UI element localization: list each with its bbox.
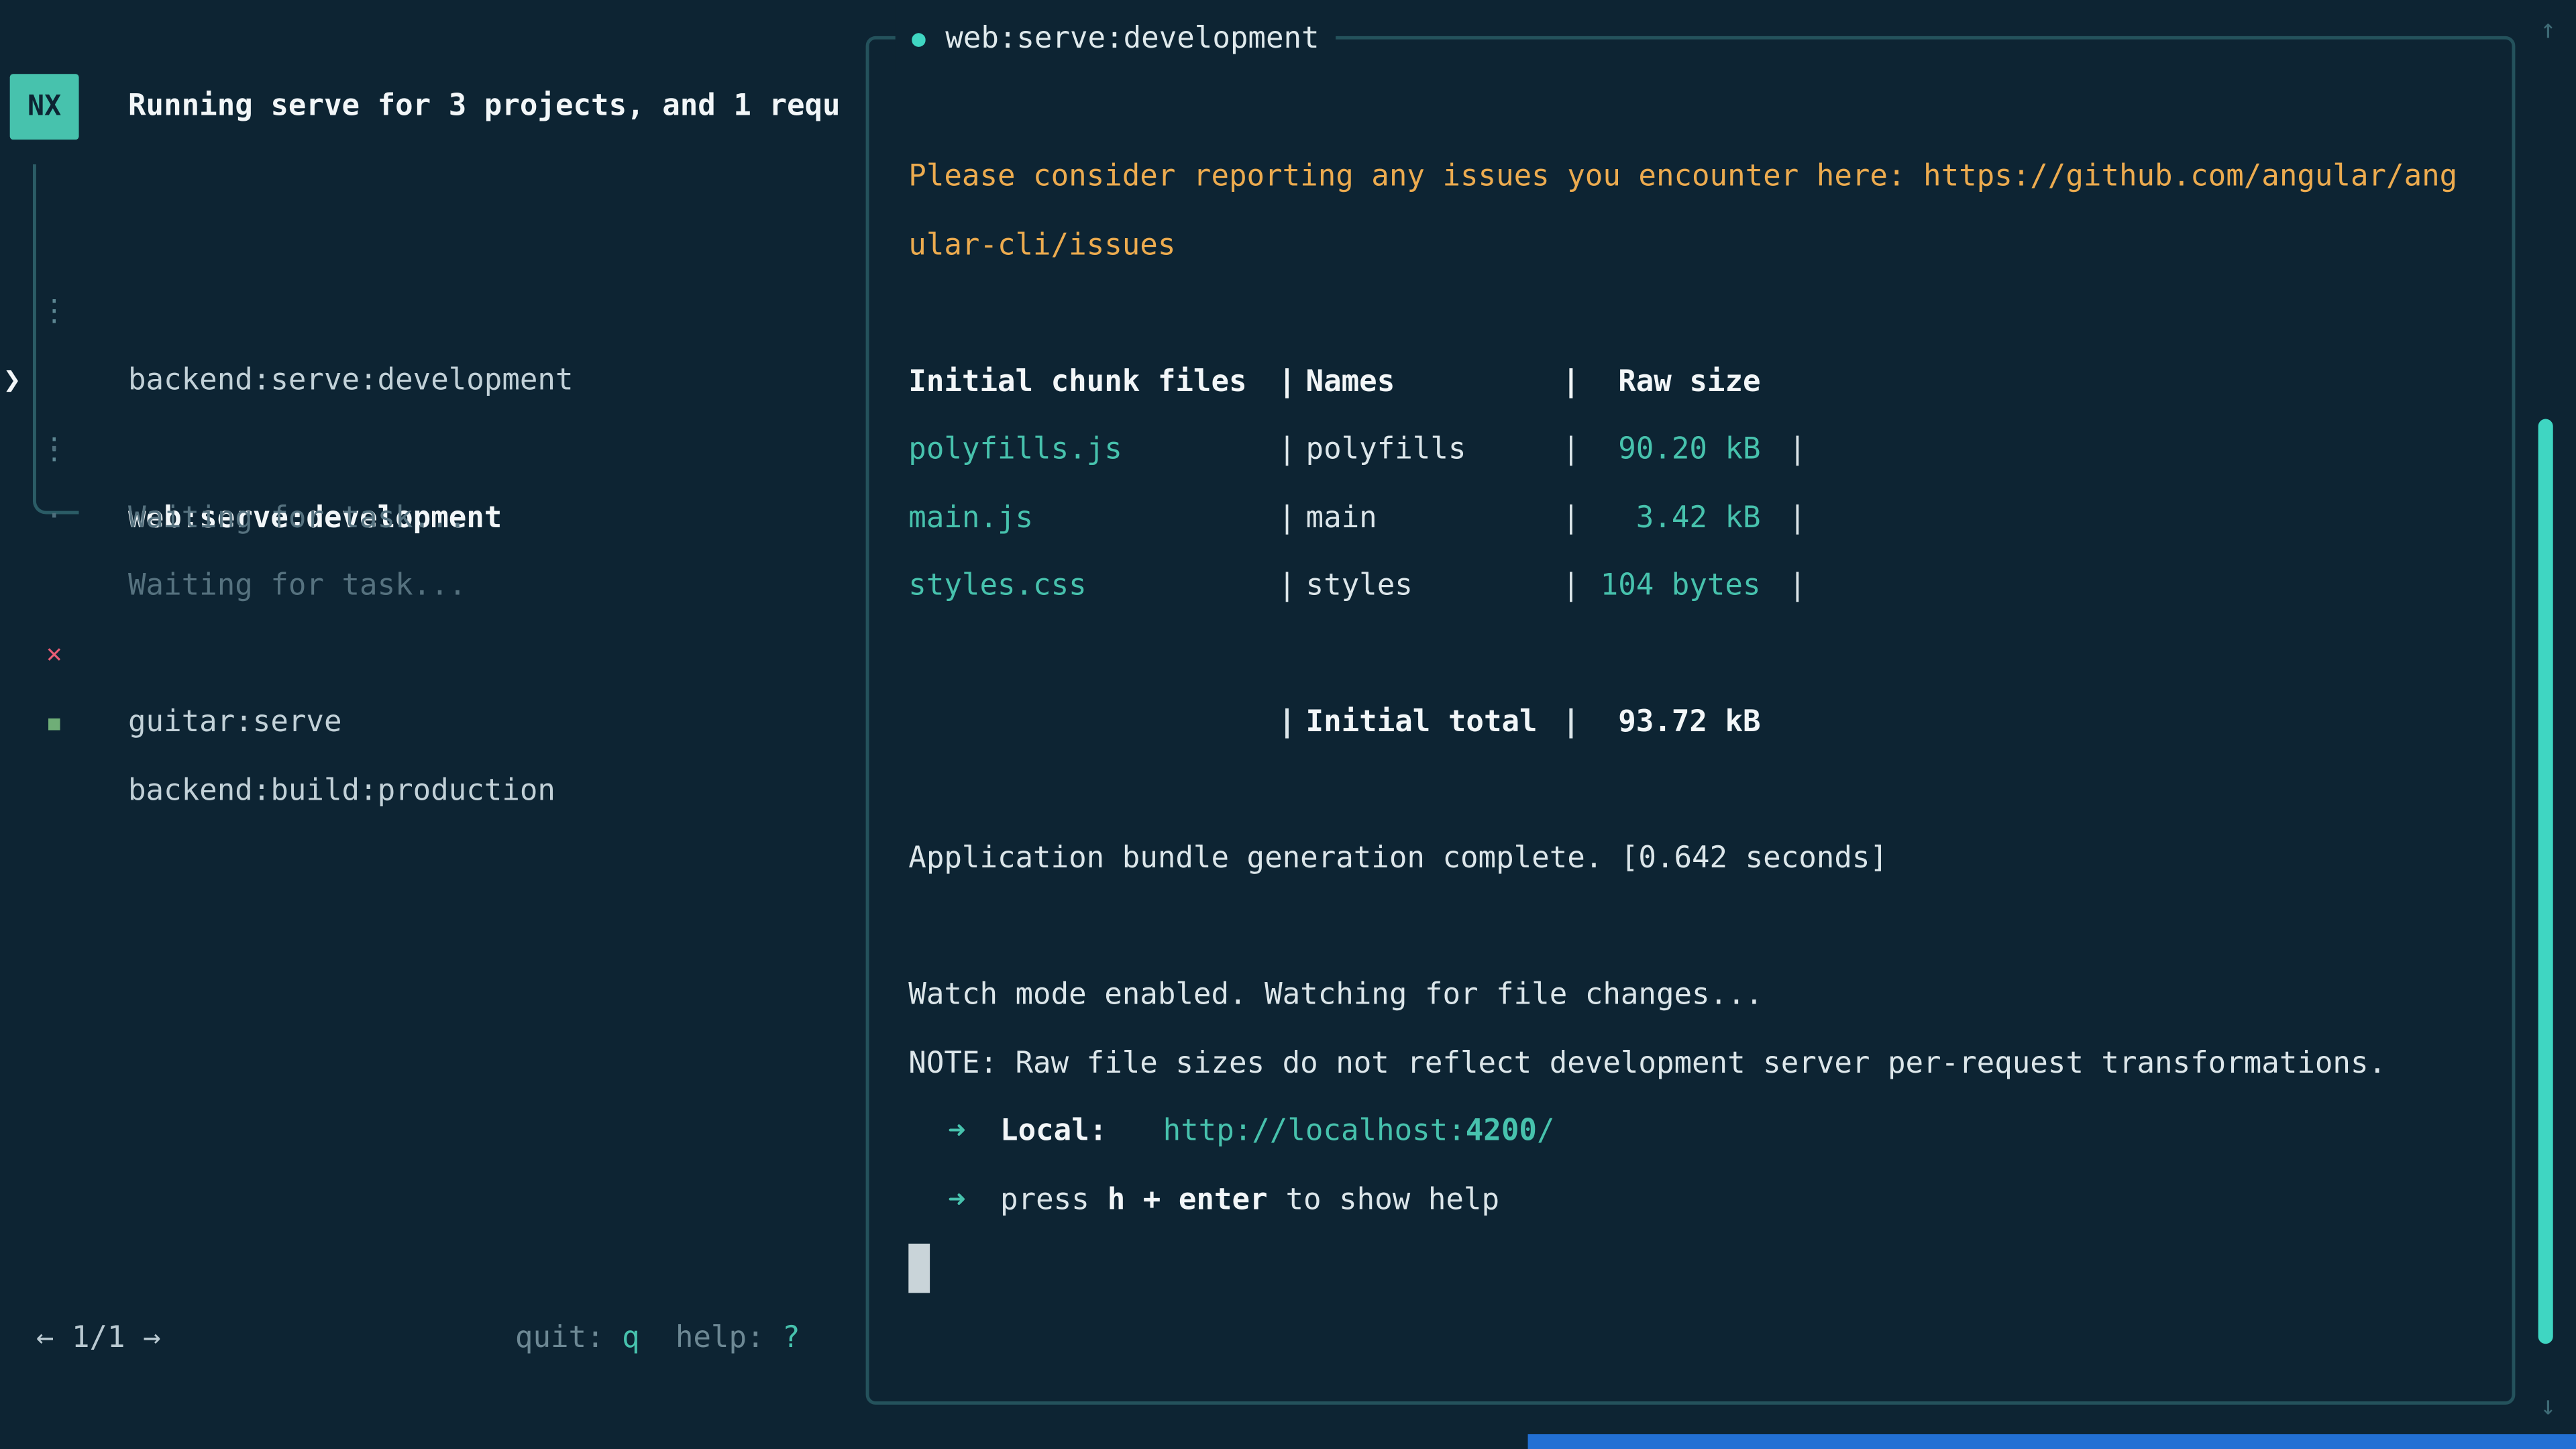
terminal-cursor — [908, 1244, 930, 1293]
help-label: help: — [676, 1321, 782, 1355]
header-files: Initial chunk files — [908, 347, 1278, 416]
chunk-name: styles — [1306, 552, 1562, 621]
url-suffix: / — [1537, 1114, 1555, 1148]
arrow-icon: ➜ — [948, 1114, 966, 1148]
pending-dot-icon: · — [40, 483, 69, 552]
local-server-line: ➜ Local: http://localhost:4200/ — [908, 1097, 2512, 1166]
bundle-table-row: polyfills.js|polyfills|90.20 kB| — [908, 416, 2512, 484]
nx-terminal-ui: NX Running serve for 3 projects, and 1 r… — [0, 0, 2576, 1449]
column-separator: | — [1788, 568, 1807, 602]
chunk-name: main — [1306, 484, 1562, 552]
chunk-file: styles.css — [908, 552, 1278, 621]
column-separator: | — [1562, 500, 1580, 535]
note-line: NOTE: Raw file sizes do not reflect deve… — [908, 1029, 2512, 1097]
column-separator: | — [1562, 705, 1580, 739]
quit-key: q — [622, 1321, 640, 1355]
url-port: 4200 — [1466, 1114, 1537, 1148]
cursor-line — [908, 1234, 2512, 1302]
column-separator: | — [1562, 432, 1580, 466]
chunk-size: 3.42 kB — [1590, 484, 1761, 552]
chunk-size: 90.20 kB — [1590, 416, 1761, 484]
help-hint-line: ➜ press h + enter to show help — [908, 1166, 2512, 1234]
column-separator: | — [1278, 364, 1296, 398]
column-separator: | — [1562, 364, 1580, 398]
keyboard-shortcuts-hint: quit: q help: ? — [515, 1304, 800, 1373]
header-names: Names — [1306, 347, 1562, 416]
scroll-down-arrow-icon[interactable]: ↓ — [2532, 1377, 2565, 1436]
terminal-output: Please consider reporting any issues you… — [869, 40, 2512, 1405]
bottom-blue-strip — [1528, 1434, 2576, 1449]
task-item-waiting-1[interactable]: · Waiting for task... — [0, 347, 866, 416]
blank-line — [908, 620, 2512, 688]
panel-title-text: web:serve:development — [945, 21, 1319, 56]
notice-line: ular-cli/issues — [908, 211, 2512, 280]
bundle-table-total-row: |Initial total|93.72 kB — [908, 688, 2512, 757]
sidebar-footer: ← 1/1 → quit: q help: ? — [36, 1304, 800, 1373]
gap — [640, 1321, 676, 1355]
task-item-guitar-serve-failed[interactable]: ✕ guitar:serve — [0, 550, 866, 619]
column-separator: | — [1278, 500, 1296, 535]
local-label: Local: — [1000, 1114, 1107, 1148]
sidebar-title: Running serve for 3 projects, and 1 requ — [128, 72, 841, 142]
total-size: 93.72 kB — [1590, 688, 1761, 757]
quit-label: quit: — [515, 1321, 622, 1355]
success-square-icon: ■ — [40, 688, 69, 757]
help-hint-pre: press — [1000, 1182, 1089, 1216]
chunk-name: polyfills — [1306, 416, 1562, 484]
watch-mode-line: Watch mode enabled. Watching for file ch… — [908, 961, 2512, 1030]
nx-logo: NX — [10, 74, 79, 140]
chunk-size: 104 bytes — [1590, 552, 1761, 621]
column-separator: | — [1562, 568, 1580, 602]
blank-line — [908, 279, 2512, 347]
task-sidebar: NX Running serve for 3 projects, and 1 r… — [0, 0, 866, 1449]
task-label: guitar:serve — [128, 688, 341, 757]
bundle-table-row: main.js|main|3.42 kB| — [908, 484, 2512, 552]
total-label: Initial total — [1306, 688, 1562, 757]
bundle-table-header: Initial chunk files|Names|Raw size — [908, 347, 2512, 416]
scrollbar-thumb[interactable] — [2538, 419, 2553, 1344]
chunk-file: polyfills.js — [908, 416, 1278, 484]
column-separator: | — [1788, 432, 1807, 466]
localhost-link[interactable]: http://localhost:4200/ — [1163, 1114, 1555, 1148]
column-separator: | — [1278, 568, 1296, 602]
help-hint-post: to show help — [1286, 1182, 1499, 1216]
column-separator: | — [1278, 432, 1296, 466]
task-item-backend-serve[interactable]: ⋮ backend:serve:development — [0, 209, 866, 278]
blank-line — [908, 757, 2512, 825]
panel-title: ● web:serve:development — [896, 5, 1336, 74]
column-separator: | — [1788, 500, 1807, 535]
page-pager[interactable]: ← 1/1 → — [36, 1304, 161, 1373]
notice-line: Please consider reporting any issues you… — [908, 143, 2512, 211]
arrow-icon: ➜ — [948, 1182, 966, 1216]
task-item-waiting-2[interactable]: · Waiting for task... — [0, 414, 866, 483]
scroll-up-arrow-icon[interactable]: ↑ — [2532, 0, 2565, 59]
bundle-table-row: styles.css|styles|104 bytes| — [908, 552, 2512, 621]
task-item-backend-build-success[interactable]: ■ backend:build:production — [0, 619, 866, 688]
task-item-web-serve-selected[interactable]: ❯ ⋮ web:serve:development — [0, 278, 866, 347]
column-separator: | — [1278, 705, 1296, 739]
task-label: backend:build:production — [128, 757, 555, 826]
blank-line — [908, 893, 2512, 961]
task-output-panel: ●web:serve:development Please consider r… — [866, 36, 2516, 1405]
url-prefix: http://localhost: — [1163, 1114, 1466, 1148]
help-hint-keys: h + enter — [1108, 1182, 1268, 1216]
help-key: ? — [782, 1321, 800, 1355]
header-size: Raw size — [1590, 347, 1761, 416]
bundle-complete-line: Application bundle generation complete. … — [908, 824, 2512, 893]
running-dot-icon: ● — [912, 26, 926, 52]
chunk-file: main.js — [908, 484, 1278, 552]
task-label: Waiting for task... — [128, 484, 466, 553]
